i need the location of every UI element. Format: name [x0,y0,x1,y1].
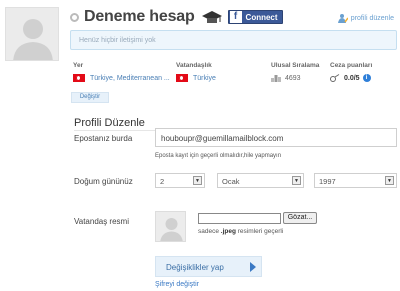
avatar [5,7,59,61]
penalty-label: Ceza puanları [330,62,373,69]
location-value-link[interactable]: Türkiye, Mediterranean ... [73,74,170,82]
profile-edit-link[interactable]: profili düzenle [337,13,394,23]
change-location-button[interactable]: Değiştir [71,92,109,103]
email-label: Epostanız burda [74,134,133,143]
upload-note-suffix: resimleri geçerli [237,228,284,235]
turkey-flag-icon [73,74,85,82]
ranking-value: 4693 [285,74,301,82]
default-avatar-icon [13,19,53,60]
birth-month-value: Ocak [222,177,240,186]
turkey-flag-icon [176,74,188,82]
change-password-link[interactable]: Şifreyi değiştir [155,281,199,288]
citizenship-value: Türkiye [193,74,216,82]
birth-year-value: 1997 [319,177,336,186]
save-changes-button[interactable]: Değişiklikler yap [155,256,262,277]
chevron-down-icon: ▼ [385,176,394,185]
section-title: Profili Düzenle [74,117,145,129]
upload-note: sadece .jpeg resimleri geçerli [198,228,283,235]
file-path-input[interactable] [198,213,281,224]
birth-day-select[interactable]: 2 ▼ [155,173,205,188]
browse-button[interactable]: Gözat... [283,212,317,224]
profile-header: Deneme hesap f Connect [70,7,283,27]
graduation-cap-icon [201,11,222,23]
facebook-connect-label: Connect [245,12,278,22]
birth-year-select[interactable]: 1997 ▼ [314,173,397,188]
info-icon[interactable]: i [362,74,371,82]
status-dot-icon [70,12,79,22]
email-field[interactable]: houboupr@guemillamailblock.com [155,128,397,147]
location-label: Yer [73,62,84,69]
user-edit-icon [337,14,348,23]
status-input[interactable]: Henüz hiçbir iletişimi yok [70,30,397,50]
chevron-down-icon: ▼ [292,176,301,185]
photo-label: Vatandaş resmi [74,217,129,226]
ranking-value-wrap: 4693 [271,74,301,82]
podium-icon [271,75,281,82]
arrow-right-icon [250,262,256,272]
save-changes-label: Değişiklikler yap [166,263,224,272]
facebook-icon: f [229,11,242,23]
birth-day-value: 2 [160,177,165,186]
upload-note-prefix: sadece [198,228,219,235]
location-value: Türkiye, Mediterranean ... [90,74,170,82]
default-avatar-icon [160,218,183,241]
profile-edit-label: profili düzenle [350,14,394,22]
whistle-icon [330,74,340,82]
chevron-down-icon: ▼ [193,176,202,185]
user-name: Deneme hesap [84,8,195,25]
ranking-label: Ulusal Sıralama [271,62,320,69]
citizenship-label: Vatandaşlık [176,62,212,69]
birthday-label: Doğum gününüz [74,177,133,186]
birth-month-select[interactable]: Ocak ▼ [217,173,304,188]
facebook-connect-button[interactable]: f Connect [227,10,283,24]
penalty-value-wrap: 0.0/5 i [330,74,371,82]
email-note: Eposta kayıt için geçerli olmalıdır,hile… [155,153,282,159]
upload-note-format: .jpeg [220,228,236,235]
citizenship-value-link[interactable]: Türkiye [176,74,216,82]
photo-thumbnail [155,211,186,242]
penalty-value: 0.0/5 [344,74,360,82]
